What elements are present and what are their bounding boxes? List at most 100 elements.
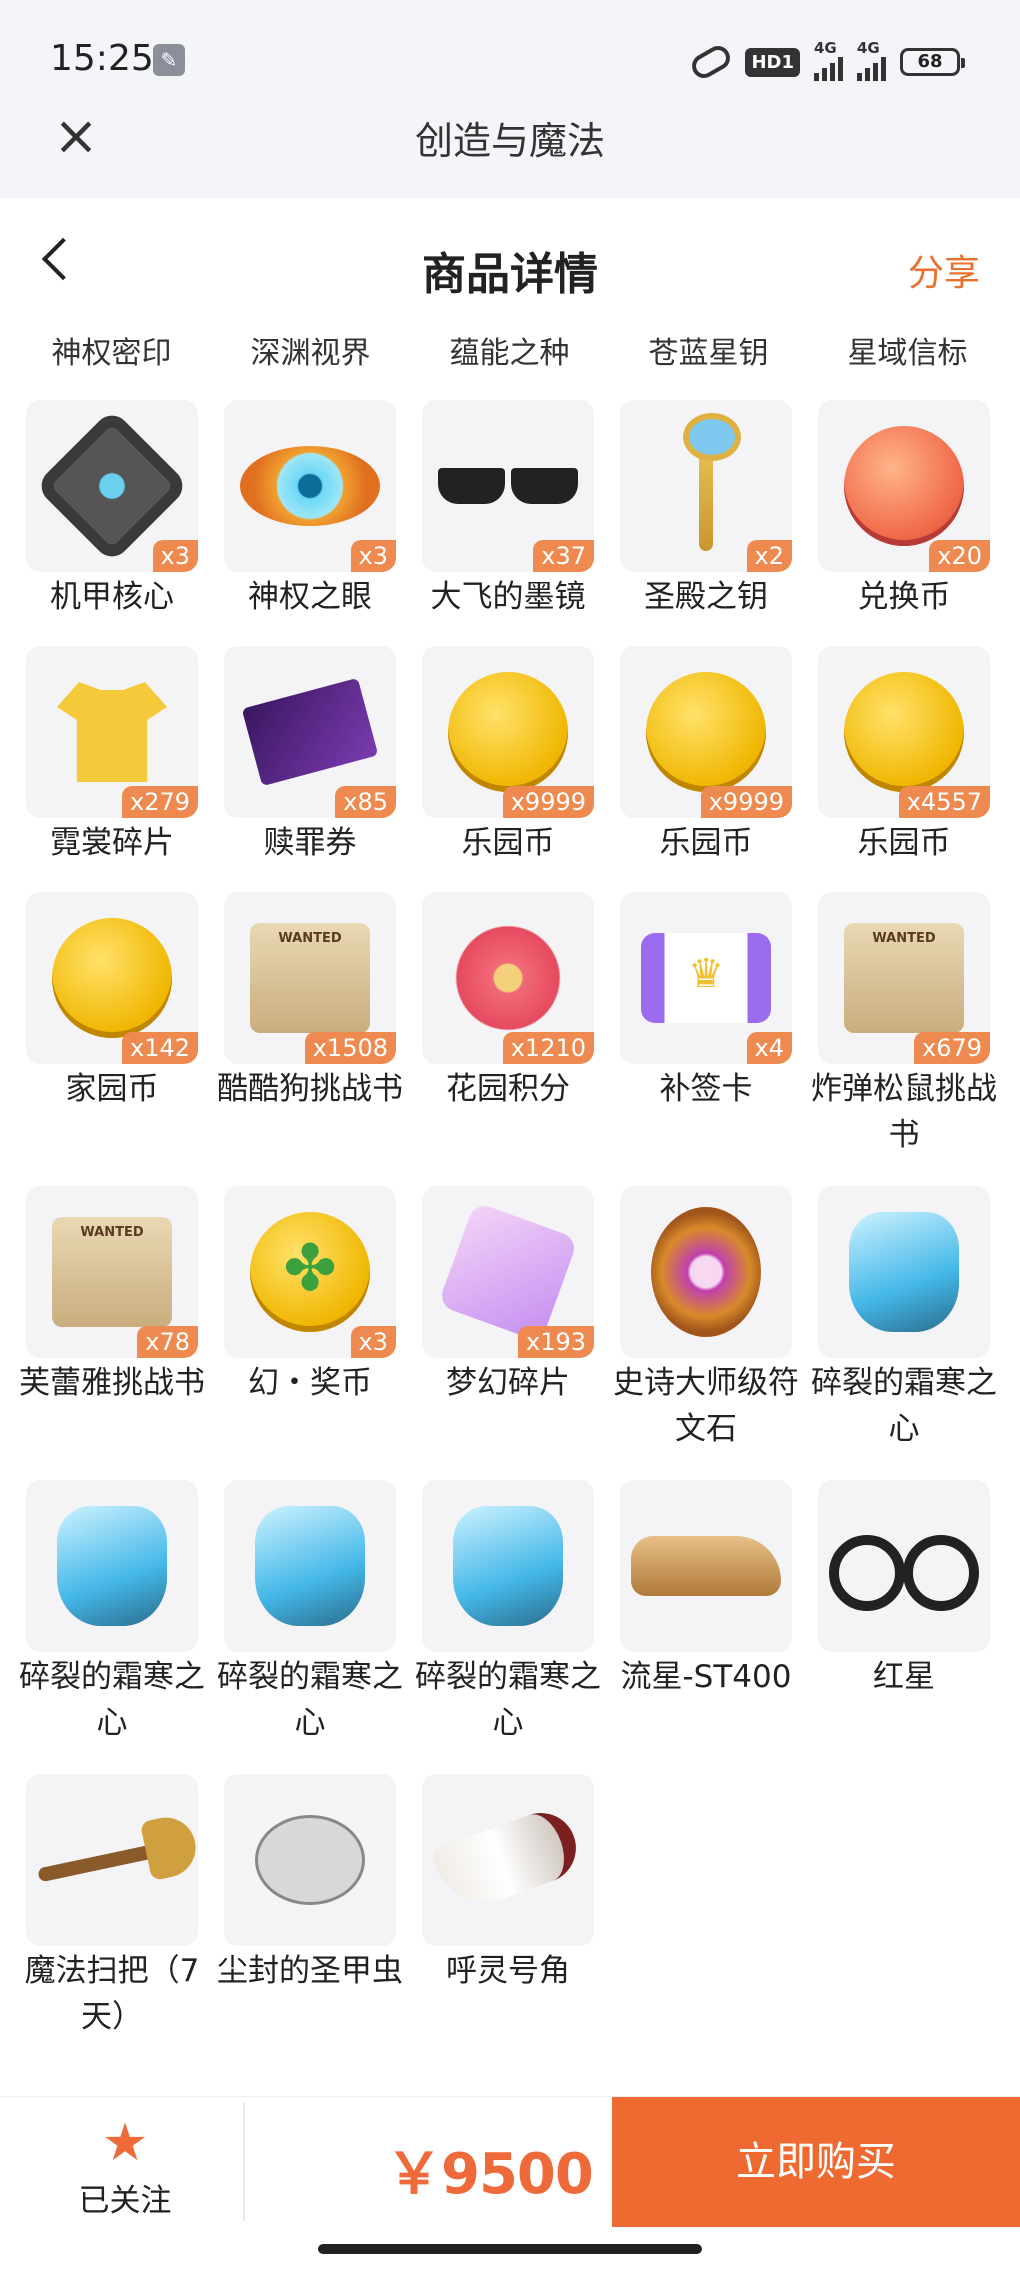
item-name: 流星-ST400 bbox=[620, 1659, 792, 1695]
item-card[interactable]: x279 霓裳碎片 bbox=[26, 646, 198, 866]
item-icon bbox=[448, 672, 568, 792]
item-card[interactable]: x2 圣殿之钥 bbox=[620, 400, 792, 620]
item-name: 梦幻碎片 bbox=[446, 1365, 570, 1401]
item-name: 乐园币 bbox=[857, 825, 951, 861]
item-icon bbox=[631, 1536, 781, 1596]
item-card[interactable]: x193 梦幻碎片 bbox=[422, 1186, 594, 1406]
item-thumbnail bbox=[224, 1774, 396, 1946]
item-card[interactable]: 红星 bbox=[818, 1480, 990, 1700]
status-indicators: HD1 4G 4G 68 bbox=[688, 39, 965, 83]
name-row-item: 深渊视界 bbox=[250, 336, 371, 371]
item-card[interactable]: x679 炸弹松鼠挑战书 bbox=[811, 892, 997, 1158]
item-name: 机甲核心 bbox=[50, 579, 174, 615]
name-row-item: 星域信标 bbox=[847, 336, 968, 371]
item-icon bbox=[250, 1212, 370, 1332]
item-card[interactable]: x1210 花园积分 bbox=[422, 892, 594, 1112]
item-thumbnail: x2 bbox=[620, 400, 792, 572]
item-card[interactable]: 史诗大师级符文石 bbox=[613, 1186, 799, 1452]
item-name: 呼灵号角 bbox=[446, 1953, 570, 1989]
item-card[interactable]: x3 幻・奖币 bbox=[224, 1186, 396, 1406]
item-count-badge: x1508 bbox=[304, 1032, 396, 1064]
name-row-item: 苍蓝星钥 bbox=[648, 336, 769, 371]
item-name: 赎罪券 bbox=[263, 825, 357, 861]
item-name: 芙蕾雅挑战书 bbox=[19, 1365, 205, 1401]
item-name: 乐园币 bbox=[461, 825, 555, 861]
item-card[interactable]: 碎裂的霜寒之心 bbox=[415, 1480, 601, 1746]
item-count-badge: x4 bbox=[746, 1032, 792, 1064]
item-card[interactable]: 碎裂的霜寒之心 bbox=[217, 1480, 403, 1746]
item-card[interactable]: x85 赎罪券 bbox=[224, 646, 396, 866]
item-card[interactable]: 尘封的圣甲虫 bbox=[217, 1774, 403, 1994]
follow-button[interactable]: ★ 已关注 bbox=[40, 2097, 210, 2227]
item-icon bbox=[829, 1521, 979, 1611]
item-card[interactable]: x3 机甲核心 bbox=[26, 400, 198, 620]
item-name: 碎裂的霜寒之心 bbox=[415, 1659, 601, 1741]
item-thumbnail: x193 bbox=[422, 1186, 594, 1358]
item-card[interactable]: 流星-ST400 bbox=[620, 1480, 792, 1700]
item-card[interactable]: x4557 乐园币 bbox=[818, 646, 990, 866]
item-icon bbox=[453, 1506, 563, 1626]
home-indicator bbox=[318, 2244, 702, 2254]
item-card[interactable]: 魔法扫把（7天） bbox=[25, 1774, 199, 2040]
price: ￥9500 bbox=[386, 2142, 594, 2207]
item-card[interactable]: 碎裂的霜寒之心 bbox=[19, 1480, 205, 1746]
item-count-badge: x20 bbox=[929, 540, 990, 572]
item-card[interactable]: x37 大飞的墨镜 bbox=[422, 400, 594, 620]
name-row-item: 神权密印 bbox=[51, 336, 172, 371]
item-name: 霓裳碎片 bbox=[50, 825, 174, 861]
item-icon bbox=[844, 426, 964, 546]
item-card[interactable]: 碎裂的霜寒之心 bbox=[811, 1186, 997, 1452]
item-thumbnail bbox=[818, 1480, 990, 1652]
bottom-bar: ★ 已关注 ￥9500 立即购买 bbox=[0, 2096, 1020, 2227]
item-card[interactable]: x9999 乐园币 bbox=[620, 646, 792, 866]
item-card[interactable]: x9999 乐园币 bbox=[422, 646, 594, 866]
item-thumbnail bbox=[422, 1774, 594, 1946]
item-thumbnail bbox=[422, 1480, 594, 1652]
item-icon bbox=[683, 413, 741, 551]
item-card[interactable]: x1508 酷酷狗挑战书 bbox=[217, 892, 403, 1112]
item-card[interactable]: 呼灵号角 bbox=[422, 1774, 594, 1994]
item-thumbnail: x78 bbox=[26, 1186, 198, 1358]
item-name: 圣殿之钥 bbox=[644, 579, 768, 615]
item-icon bbox=[240, 446, 380, 526]
divider bbox=[243, 2103, 245, 2221]
item-icon bbox=[57, 1506, 167, 1626]
item-icon bbox=[646, 672, 766, 792]
item-icon bbox=[437, 1201, 579, 1343]
signal-icon-2: 4G bbox=[857, 39, 886, 81]
item-count-badge: x2 bbox=[746, 540, 792, 572]
item-card[interactable]: x78 芙蕾雅挑战书 bbox=[19, 1186, 205, 1406]
name-row-item: 蕴能之种 bbox=[449, 336, 570, 371]
follow-label: 已关注 bbox=[78, 2183, 172, 2219]
share-button[interactable]: 分享 bbox=[908, 244, 980, 296]
item-card[interactable]: x142 家园币 bbox=[26, 892, 198, 1112]
item-name: 炸弹松鼠挑战书 bbox=[811, 1071, 997, 1153]
item-icon bbox=[37, 1837, 187, 1883]
wrench-icon: ✎ bbox=[153, 44, 185, 76]
item-card[interactable]: x20 兑换币 bbox=[818, 400, 990, 620]
item-icon bbox=[641, 933, 771, 1023]
item-card[interactable]: x4 补签卡 bbox=[620, 892, 792, 1112]
item-thumbnail: x37 bbox=[422, 400, 594, 572]
star-icon: ★ bbox=[101, 2113, 149, 2173]
link-icon bbox=[688, 41, 735, 83]
item-thumbnail: x3 bbox=[26, 400, 198, 572]
status-bar: 15:25 ✎ HD1 4G 4G 68 bbox=[0, 0, 1020, 100]
item-icon bbox=[241, 677, 379, 787]
signal-icon: 4G bbox=[814, 39, 843, 81]
item-icon bbox=[448, 918, 568, 1038]
item-thumbnail: x3 bbox=[224, 1186, 396, 1358]
item-icon bbox=[52, 918, 172, 1038]
item-thumbnail: x85 bbox=[224, 646, 396, 818]
item-icon bbox=[651, 1207, 761, 1337]
item-name: 补签卡 bbox=[659, 1071, 753, 1107]
buy-now-button[interactable]: 立即购买 bbox=[612, 2097, 1020, 2227]
item-card[interactable]: x3 神权之眼 bbox=[224, 400, 396, 620]
item-name: 家园币 bbox=[65, 1071, 159, 1107]
hd-badge: HD1 bbox=[745, 47, 800, 77]
item-thumbnail bbox=[26, 1774, 198, 1946]
page-header: 商品详情 分享 bbox=[0, 198, 1020, 328]
item-icon bbox=[57, 682, 167, 782]
item-icon bbox=[255, 1506, 365, 1626]
item-name: 碎裂的霜寒之心 bbox=[19, 1659, 205, 1741]
